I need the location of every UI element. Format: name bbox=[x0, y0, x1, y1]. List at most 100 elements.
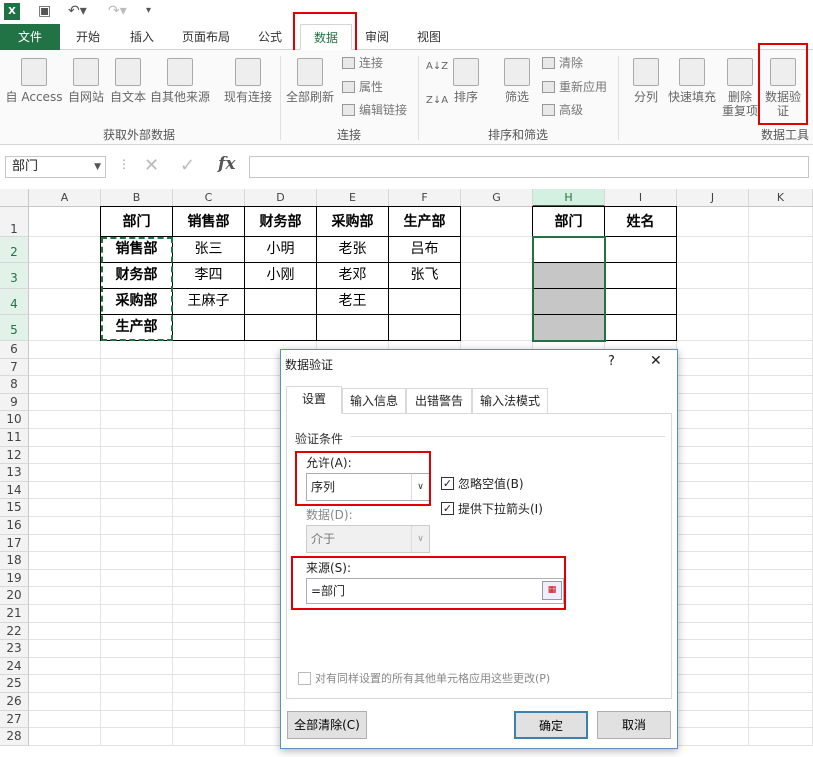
cell[interactable] bbox=[749, 263, 813, 289]
cell[interactable] bbox=[677, 207, 749, 237]
column-header[interactable]: G bbox=[461, 189, 533, 207]
cell[interactable] bbox=[29, 675, 101, 693]
cell[interactable] bbox=[677, 517, 749, 535]
close-icon[interactable]: ✕ bbox=[650, 353, 662, 369]
row-header[interactable]: 7 bbox=[0, 358, 29, 377]
table-cell[interactable] bbox=[604, 288, 677, 315]
table-cell[interactable]: 小刚 bbox=[244, 262, 317, 289]
redo-icon[interactable]: ↷▾ bbox=[108, 2, 127, 20]
clear-all-button[interactable]: 全部清除(C) bbox=[287, 711, 367, 739]
cell[interactable] bbox=[677, 289, 749, 315]
cell[interactable] bbox=[749, 376, 813, 394]
existing-connections-button[interactable]: 现有连接 bbox=[220, 58, 276, 104]
cell[interactable] bbox=[29, 341, 101, 359]
cell[interactable] bbox=[29, 263, 101, 289]
text-to-columns-button[interactable]: 分列 bbox=[626, 58, 666, 104]
cell[interactable] bbox=[677, 640, 749, 658]
column-header[interactable]: I bbox=[605, 189, 677, 207]
cell[interactable] bbox=[173, 429, 245, 447]
cell[interactable] bbox=[29, 481, 101, 500]
save-icon[interactable]: ▣ bbox=[38, 2, 51, 20]
refresh-all-button[interactable]: 全部刷新 bbox=[284, 58, 336, 104]
cell[interactable] bbox=[101, 710, 173, 729]
row-header[interactable]: 18 bbox=[0, 552, 29, 570]
in-cell-dropdown-checkbox[interactable]: ✓ bbox=[441, 502, 454, 515]
cell[interactable] bbox=[677, 263, 749, 289]
row-header[interactable]: 3 bbox=[0, 263, 29, 289]
cell[interactable] bbox=[677, 481, 749, 500]
table-cell[interactable]: 老张 bbox=[316, 236, 389, 263]
cell[interactable] bbox=[101, 622, 173, 641]
remove-duplicates-button[interactable]: 删除 重复项 bbox=[718, 58, 762, 118]
tab-formulas[interactable]: 公式 bbox=[244, 24, 296, 50]
cell[interactable] bbox=[677, 728, 749, 746]
cell[interactable] bbox=[677, 552, 749, 570]
cell[interactable] bbox=[749, 534, 813, 553]
cell[interactable] bbox=[29, 499, 101, 517]
cell[interactable] bbox=[677, 657, 749, 676]
table-cell[interactable] bbox=[604, 314, 677, 341]
cell[interactable] bbox=[749, 517, 813, 535]
select-all-corner[interactable] bbox=[0, 189, 29, 207]
cell[interactable] bbox=[749, 657, 813, 676]
row-header[interactable]: 17 bbox=[0, 534, 29, 553]
column-header[interactable]: B bbox=[101, 189, 173, 207]
cell[interactable] bbox=[749, 358, 813, 377]
undo-icon[interactable]: ↶▾ bbox=[68, 2, 87, 20]
cell[interactable] bbox=[677, 499, 749, 517]
sort-desc-button[interactable]: Z↓A bbox=[426, 94, 448, 108]
cell[interactable] bbox=[29, 657, 101, 676]
row-header[interactable]: 10 bbox=[0, 411, 29, 429]
table-cell[interactable]: 李四 bbox=[172, 262, 245, 289]
from-other-button[interactable]: 自其他来源 bbox=[148, 58, 212, 104]
cell[interactable] bbox=[101, 393, 173, 412]
cell[interactable] bbox=[173, 341, 245, 359]
table-cell[interactable]: 部门 bbox=[532, 206, 605, 237]
cell[interactable] bbox=[101, 534, 173, 553]
cell[interactable] bbox=[461, 237, 533, 263]
cell[interactable] bbox=[29, 605, 101, 623]
cell[interactable] bbox=[173, 499, 245, 517]
row-header[interactable]: 14 bbox=[0, 481, 29, 500]
column-header[interactable]: A bbox=[29, 189, 101, 207]
ok-button[interactable]: 确定 bbox=[514, 711, 588, 739]
cell[interactable] bbox=[173, 552, 245, 570]
cell[interactable] bbox=[677, 569, 749, 588]
tab-view[interactable]: 视图 bbox=[404, 24, 454, 50]
row-header[interactable]: 15 bbox=[0, 499, 29, 517]
advanced-filter-button[interactable]: 高级 bbox=[542, 103, 583, 117]
cell[interactable] bbox=[101, 728, 173, 746]
table-cell[interactable]: 姓名 bbox=[604, 206, 677, 237]
insert-function-icon[interactable]: fx bbox=[218, 154, 235, 174]
row-header[interactable]: 21 bbox=[0, 605, 29, 623]
connections-button[interactable]: 连接 bbox=[342, 56, 383, 70]
row-header[interactable]: 12 bbox=[0, 446, 29, 465]
cancel-button[interactable]: 取消 bbox=[597, 711, 671, 739]
cell[interactable] bbox=[101, 693, 173, 711]
table-cell[interactable]: 采购部 bbox=[316, 206, 389, 237]
cell[interactable] bbox=[29, 693, 101, 711]
cell[interactable] bbox=[101, 464, 173, 482]
cell[interactable] bbox=[173, 622, 245, 641]
column-header[interactable]: K bbox=[749, 189, 813, 207]
row-header[interactable]: 1 bbox=[0, 207, 29, 237]
cell[interactable] bbox=[749, 289, 813, 315]
cell[interactable] bbox=[29, 207, 101, 237]
column-header[interactable]: J bbox=[677, 189, 749, 207]
cell[interactable] bbox=[173, 569, 245, 588]
cell[interactable] bbox=[677, 393, 749, 412]
row-header[interactable]: 13 bbox=[0, 464, 29, 482]
cell[interactable] bbox=[101, 569, 173, 588]
from-text-button[interactable]: 自文本 bbox=[108, 58, 148, 104]
table-cell[interactable] bbox=[604, 262, 677, 289]
cell[interactable] bbox=[101, 499, 173, 517]
reapply-button[interactable]: 重新应用 bbox=[542, 80, 607, 94]
help-button[interactable]: ? bbox=[608, 354, 615, 369]
cell[interactable] bbox=[29, 552, 101, 570]
cell[interactable] bbox=[749, 315, 813, 341]
cancel-icon[interactable]: ✕ bbox=[144, 155, 159, 176]
cell[interactable] bbox=[173, 393, 245, 412]
cell[interactable] bbox=[29, 640, 101, 658]
tab-page-layout[interactable]: 页面布局 bbox=[170, 24, 242, 50]
column-header[interactable]: H bbox=[533, 189, 605, 207]
